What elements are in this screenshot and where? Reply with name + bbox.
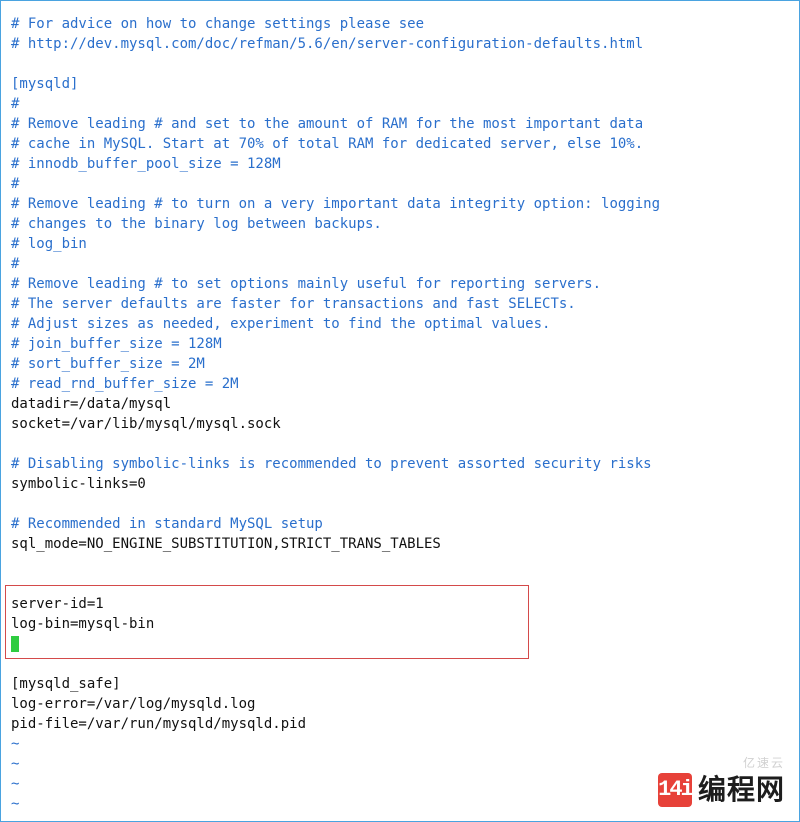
code-line: # Remove leading # to set options mainly… xyxy=(11,274,789,294)
code-line: # innodb_buffer_pool_size = 128M xyxy=(11,154,789,174)
config-text: log-error=/var/log/mysqld.log xyxy=(11,696,255,712)
watermark-logo-icon: 14i xyxy=(658,773,692,807)
code-line: symbolic-links=0 xyxy=(11,474,789,494)
tilde-marker: ~ xyxy=(11,796,19,812)
config-text: [mysqld_safe] xyxy=(11,676,121,692)
comment-text: # Remove leading # and set to the amount… xyxy=(11,116,643,132)
file-contents: # For advice on how to change settings p… xyxy=(11,14,789,814)
comment-text: # Disabling symbolic-links is recommende… xyxy=(11,456,652,472)
comment-text: # join_buffer_size = 128M xyxy=(11,336,222,352)
code-line: # sort_buffer_size = 2M xyxy=(11,354,789,374)
config-text: datadir=/data/mysql xyxy=(11,396,171,412)
code-line: # http://dev.mysql.com/doc/refman/5.6/en… xyxy=(11,34,789,54)
code-line: # Adjust sizes as needed, experiment to … xyxy=(11,314,789,334)
code-line xyxy=(11,654,789,674)
code-line: log-error=/var/log/mysqld.log xyxy=(11,694,789,714)
config-text: socket=/var/lib/mysql/mysql.sock xyxy=(11,416,281,432)
comment-text: # innodb_buffer_pool_size = 128M xyxy=(11,156,281,172)
comment-text: # For advice on how to change settings p… xyxy=(11,16,424,32)
code-line xyxy=(11,574,789,594)
code-line: pid-file=/var/run/mysqld/mysqld.pid xyxy=(11,714,789,734)
code-line: # join_buffer_size = 128M xyxy=(11,334,789,354)
watermark-sub: 亿速云 xyxy=(743,753,785,773)
comment-text: # cache in MySQL. Start at 70% of total … xyxy=(11,136,643,152)
watermark: 14i 编程网 xyxy=(658,773,785,807)
config-text: log-bin=mysql-bin xyxy=(11,616,154,632)
code-line xyxy=(11,54,789,74)
comment-text: # http://dev.mysql.com/doc/refman/5.6/en… xyxy=(11,36,643,52)
comment-text: # Remove leading # to set options mainly… xyxy=(11,276,601,292)
config-text: sql_mode=NO_ENGINE_SUBSTITUTION,STRICT_T… xyxy=(11,536,441,552)
code-line: # Recommended in standard MySQL setup xyxy=(11,514,789,534)
code-line: sql_mode=NO_ENGINE_SUBSTITUTION,STRICT_T… xyxy=(11,534,789,554)
code-line xyxy=(11,494,789,514)
code-line: # log_bin xyxy=(11,234,789,254)
watermark-brand: 编程网 xyxy=(698,780,785,800)
code-line: # read_rnd_buffer_size = 2M xyxy=(11,374,789,394)
code-line: # For advice on how to change settings p… xyxy=(11,14,789,34)
comment-text: # Adjust sizes as needed, experiment to … xyxy=(11,316,550,332)
code-line: # The server defaults are faster for tra… xyxy=(11,294,789,314)
code-line: # xyxy=(11,94,789,114)
code-line: # cache in MySQL. Start at 70% of total … xyxy=(11,134,789,154)
comment-text: # sort_buffer_size = 2M xyxy=(11,356,205,372)
tilde-marker: ~ xyxy=(11,736,19,752)
code-line: socket=/var/lib/mysql/mysql.sock xyxy=(11,414,789,434)
code-line xyxy=(11,634,789,654)
cursor xyxy=(11,636,19,652)
tilde-marker: ~ xyxy=(11,776,19,792)
comment-text: # xyxy=(11,96,19,112)
comment-text: # changes to the binary log between back… xyxy=(11,216,382,232)
comment-text: # The server defaults are faster for tra… xyxy=(11,296,576,312)
comment-text: # Remove leading # to turn on a very imp… xyxy=(11,196,660,212)
code-line: [mysqld] xyxy=(11,74,789,94)
code-line xyxy=(11,554,789,574)
code-line: # changes to the binary log between back… xyxy=(11,214,789,234)
code-line: # xyxy=(11,174,789,194)
code-line xyxy=(11,434,789,454)
code-line: # Remove leading # and set to the amount… xyxy=(11,114,789,134)
tilde-marker: ~ xyxy=(11,756,19,772)
config-text: server-id=1 xyxy=(11,596,104,612)
code-line: ~ xyxy=(11,754,789,774)
config-text: pid-file=/var/run/mysqld/mysqld.pid xyxy=(11,716,306,732)
comment-text: # Recommended in standard MySQL setup xyxy=(11,516,323,532)
code-line: server-id=1 xyxy=(11,594,789,614)
annotation-arrow xyxy=(11,814,800,822)
code-line: ~ xyxy=(11,734,789,754)
code-line: # xyxy=(11,254,789,274)
terminal-editor[interactable]: # For advice on how to change settings p… xyxy=(0,0,800,822)
code-line: # Remove leading # to turn on a very imp… xyxy=(11,194,789,214)
comment-text: [mysqld] xyxy=(11,76,78,92)
comment-text: # xyxy=(11,256,19,272)
comment-text: # xyxy=(11,176,19,192)
comment-text: # read_rnd_buffer_size = 2M xyxy=(11,376,239,392)
comment-text: # log_bin xyxy=(11,236,87,252)
code-line: [mysqld_safe] xyxy=(11,674,789,694)
code-line: datadir=/data/mysql xyxy=(11,394,789,414)
code-line: # Disabling symbolic-links is recommende… xyxy=(11,454,789,474)
config-text: symbolic-links=0 xyxy=(11,476,146,492)
code-line: log-bin=mysql-bin xyxy=(11,614,789,634)
